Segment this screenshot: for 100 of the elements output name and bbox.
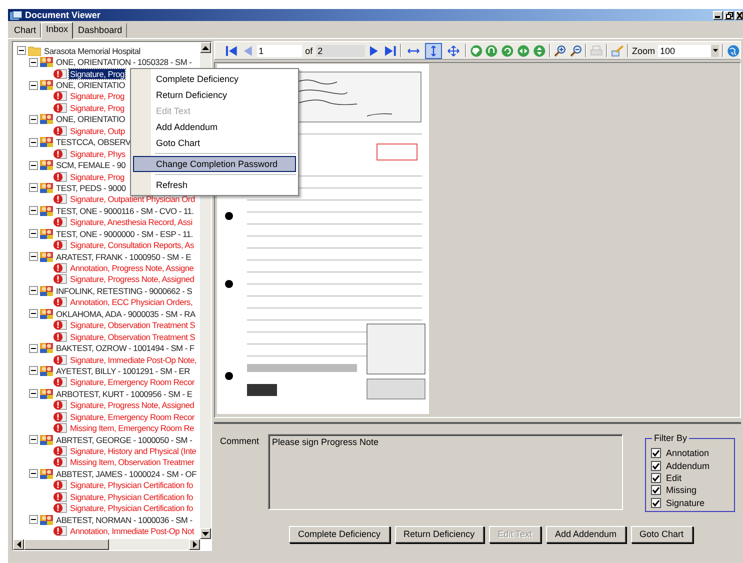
tree-item[interactable]: Signature, Progress Note, Assigned bbox=[69, 274, 196, 284]
brush-icon[interactable] bbox=[611, 44, 624, 56]
tree-item[interactable]: SCM, FEMALE - 90 bbox=[55, 160, 127, 170]
collapse-icon[interactable] bbox=[29, 252, 38, 262]
scroll-thumb[interactable] bbox=[24, 539, 109, 550]
checkbox[interactable] bbox=[651, 448, 661, 458]
tab[interactable]: Inbox bbox=[41, 22, 74, 39]
collapse-icon[interactable] bbox=[29, 366, 38, 376]
tree-item[interactable]: ARBOTEST, KURT - 1000956 - SM - E bbox=[55, 388, 194, 399]
tree-item[interactable]: Annotation, Immediate Post-Op Not bbox=[69, 526, 195, 536]
tree-item[interactable]: TEST, ONE - 9000000 - SM - ESP - 11. bbox=[55, 228, 194, 239]
scroll-down-icon[interactable] bbox=[202, 532, 209, 536]
tree-item[interactable]: Signature, Prog bbox=[69, 91, 126, 102]
collapse-icon[interactable] bbox=[29, 58, 38, 67]
tree-item[interactable]: Signature, Observation Treatment S bbox=[69, 320, 196, 330]
rotate-up-icon[interactable] bbox=[485, 44, 498, 56]
comment-field[interactable]: Please sign Progress Note bbox=[268, 434, 623, 510]
tree-item[interactable]: ABBTEST, JAMES - 1000024 - SM - OF bbox=[55, 468, 198, 479]
zoom-in-icon[interactable] bbox=[554, 44, 567, 56]
collapse-icon[interactable] bbox=[29, 435, 38, 444]
collapse-icon[interactable] bbox=[29, 80, 38, 90]
collapse-icon[interactable] bbox=[29, 515, 38, 524]
scroll-left-icon[interactable] bbox=[16, 541, 20, 548]
tree-item[interactable]: Signature, Consultation Reports, As bbox=[69, 240, 195, 250]
tree-item[interactable]: AYETEST, BILLY - 1001291 - SM - ER bbox=[55, 366, 191, 376]
tree-item[interactable]: Signature, Prog bbox=[69, 68, 126, 79]
collapse-icon[interactable] bbox=[29, 138, 38, 147]
menu-item[interactable]: Goto Chart bbox=[133, 135, 296, 151]
zoom-dropdown[interactable]: 100 bbox=[658, 44, 720, 56]
tree-item[interactable]: Signature, Prog bbox=[69, 172, 126, 182]
menu-item[interactable]: Return Deficiency bbox=[133, 87, 296, 103]
collapse-icon[interactable] bbox=[29, 344, 38, 353]
action-button[interactable]: Add Addendum bbox=[546, 526, 626, 543]
tree-item[interactable]: TEST, ONE - 9000116 - SM - CVO - 11. bbox=[55, 206, 195, 216]
fit-page-button[interactable] bbox=[444, 42, 462, 58]
tree-item[interactable]: BAKTEST, OZROW - 1001494 - SM - F bbox=[55, 343, 196, 354]
scroll-up-icon[interactable] bbox=[202, 46, 209, 50]
tree-item[interactable]: Missing Item, Observation Treatmer bbox=[69, 457, 196, 468]
tree-item[interactable]: TEST, PEDS - 9000 bbox=[55, 182, 127, 193]
collapse-icon[interactable] bbox=[29, 469, 38, 478]
globe-icon[interactable] bbox=[727, 44, 740, 56]
tree-item[interactable]: Signature, Outpatient Physician Ord bbox=[69, 194, 196, 204]
flip-vertical-icon[interactable] bbox=[532, 44, 546, 56]
menu-item[interactable]: Complete Deficiency bbox=[133, 71, 296, 87]
close-button[interactable] bbox=[735, 10, 743, 20]
scroll-right-icon[interactable] bbox=[192, 541, 196, 548]
tree-item[interactable]: TESTCCA, OBSERV bbox=[55, 137, 132, 148]
minimize-button[interactable] bbox=[713, 10, 723, 20]
tree-item[interactable]: INFOLINK, RETESTING - 9000662 - S bbox=[55, 286, 194, 296]
checkbox[interactable] bbox=[651, 460, 661, 471]
menu-item[interactable]: Refresh bbox=[133, 177, 296, 193]
tree-item[interactable]: Signature, Prog bbox=[69, 102, 126, 113]
collapse-icon[interactable] bbox=[29, 206, 38, 216]
tree-item[interactable]: Annotation, Progress Note, Assigne bbox=[69, 263, 195, 274]
flip-horizontal-icon[interactable] bbox=[517, 44, 530, 56]
collapse-icon[interactable] bbox=[29, 229, 38, 238]
tree-item[interactable]: Signature, Progress Note, Assigned bbox=[69, 400, 196, 410]
action-button[interactable]: Goto Chart bbox=[630, 526, 693, 543]
first-page-icon[interactable] bbox=[225, 44, 238, 56]
zoom-out-icon[interactable] bbox=[570, 44, 582, 56]
tree-item[interactable]: Signature, Anesthesia Record, Assi bbox=[69, 217, 194, 228]
collapse-icon[interactable] bbox=[29, 183, 38, 192]
checkbox[interactable] bbox=[651, 498, 661, 508]
tree-item[interactable]: Signature, Immediate Post-Op Note, bbox=[69, 354, 198, 365]
tree-item[interactable]: ABETEST, NORMAN - 1000036 - SM - bbox=[55, 514, 194, 525]
horizontal-scrollbar[interactable] bbox=[13, 539, 200, 550]
page-number-field[interactable]: 1 bbox=[256, 44, 302, 56]
fit-height-button[interactable] bbox=[424, 42, 442, 58]
tree-item[interactable]: Signature, Physician Certification fo bbox=[69, 480, 194, 490]
tree-item[interactable]: Signature, Physician Certification fo bbox=[69, 492, 194, 502]
action-button[interactable]: Return Deficiency bbox=[394, 526, 484, 543]
last-page-icon[interactable] bbox=[384, 44, 397, 56]
tree-item[interactable]: Signature, Emergency Room Recor bbox=[69, 412, 196, 422]
tree-item[interactable]: Missing Item, Emergency Room Re bbox=[69, 423, 195, 434]
action-button[interactable]: Complete Deficiency bbox=[289, 526, 390, 543]
menu-item[interactable]: Add Addendum bbox=[133, 119, 296, 135]
tree-item[interactable]: Signature, Phys bbox=[69, 148, 126, 159]
tree-item[interactable]: Signature, Observation Treatment S bbox=[69, 332, 196, 342]
tree-item[interactable]: ARATEST, FRANK - 1000950 - SM - E bbox=[55, 252, 192, 262]
tree-item[interactable]: ABRTEST, GEORGE - 1000050 - SM - bbox=[55, 434, 194, 445]
tree-item[interactable]: Sarasota Memorial Hospital bbox=[43, 46, 142, 56]
tree-item[interactable]: Signature, Physician Certification fo bbox=[69, 503, 194, 514]
tree-item[interactable]: Signature, History and Physical (Inte bbox=[69, 446, 198, 456]
collapse-icon[interactable] bbox=[29, 389, 38, 398]
rotate-right-icon[interactable] bbox=[501, 44, 514, 56]
collapse-icon[interactable] bbox=[29, 160, 38, 170]
tree-item[interactable]: ONE, ORIENTATIO bbox=[55, 80, 126, 90]
checkbox[interactable] bbox=[651, 472, 661, 483]
collapse-icon[interactable] bbox=[29, 114, 38, 124]
tree-item[interactable]: ONE, ORIENTATIO bbox=[55, 114, 126, 124]
tree-item[interactable]: OKLAHOMA, ADA - 9000035 - SM - RA bbox=[55, 308, 196, 319]
tree-item[interactable]: ONE, ORIENTATION - 1050328 - SM - bbox=[55, 57, 193, 68]
tree-item[interactable]: Annotation, ECC Physician Orders, bbox=[69, 297, 194, 308]
checkbox[interactable] bbox=[651, 485, 661, 496]
collapse-icon[interactable] bbox=[17, 46, 26, 56]
restore-button[interactable] bbox=[724, 10, 734, 20]
collapse-icon[interactable] bbox=[29, 286, 38, 296]
tree-item[interactable]: Signature, Outp bbox=[69, 126, 126, 136]
menu-item[interactable]: Change Completion Password bbox=[133, 156, 296, 172]
collapse-icon[interactable] bbox=[29, 309, 38, 318]
